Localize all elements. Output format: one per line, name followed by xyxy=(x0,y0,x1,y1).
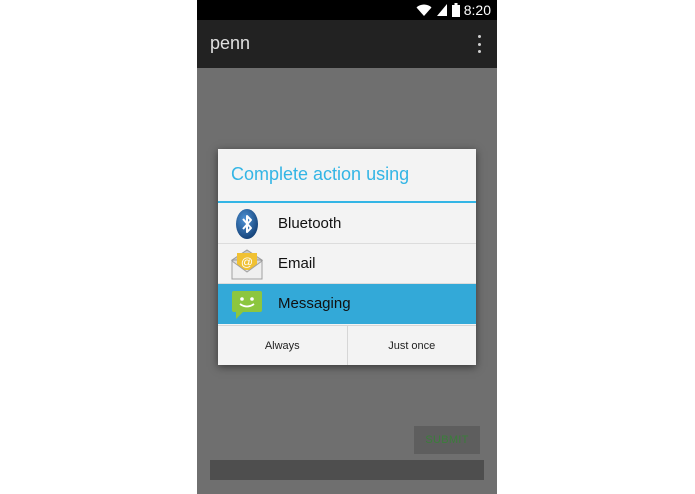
option-label: Email xyxy=(278,255,316,272)
just-once-button[interactable]: Just once xyxy=(346,326,477,365)
option-label: Bluetooth xyxy=(278,215,342,232)
app-title: penn xyxy=(210,33,251,53)
bluetooth-icon xyxy=(236,209,258,239)
complete-action-dialog: Complete action using Bluetooth @ Email xyxy=(218,149,476,365)
dialog-title: Complete action using xyxy=(231,164,410,184)
text-input-field[interactable] xyxy=(210,460,484,480)
messaging-icon xyxy=(232,291,262,319)
svg-text:@: @ xyxy=(241,255,253,269)
status-time: 8:20 xyxy=(463,2,491,18)
action-bar: penn xyxy=(197,20,497,68)
dialog-buttons: Always Just once xyxy=(218,325,476,365)
email-icon: @ xyxy=(231,249,263,280)
wifi-icon xyxy=(416,4,432,16)
option-email[interactable]: @ Email xyxy=(218,244,476,284)
option-messaging[interactable]: Messaging xyxy=(218,284,476,324)
option-label: Messaging xyxy=(278,295,351,312)
option-bluetooth[interactable]: Bluetooth xyxy=(218,204,476,244)
always-button[interactable]: Always xyxy=(218,326,347,365)
title-divider xyxy=(218,201,476,203)
status-bar: 8:20 xyxy=(197,0,497,20)
battery-icon xyxy=(451,3,460,17)
overflow-menu-icon[interactable] xyxy=(475,35,483,53)
submit-button[interactable]: SUBMIT xyxy=(414,426,480,454)
signal-icon xyxy=(436,4,447,16)
